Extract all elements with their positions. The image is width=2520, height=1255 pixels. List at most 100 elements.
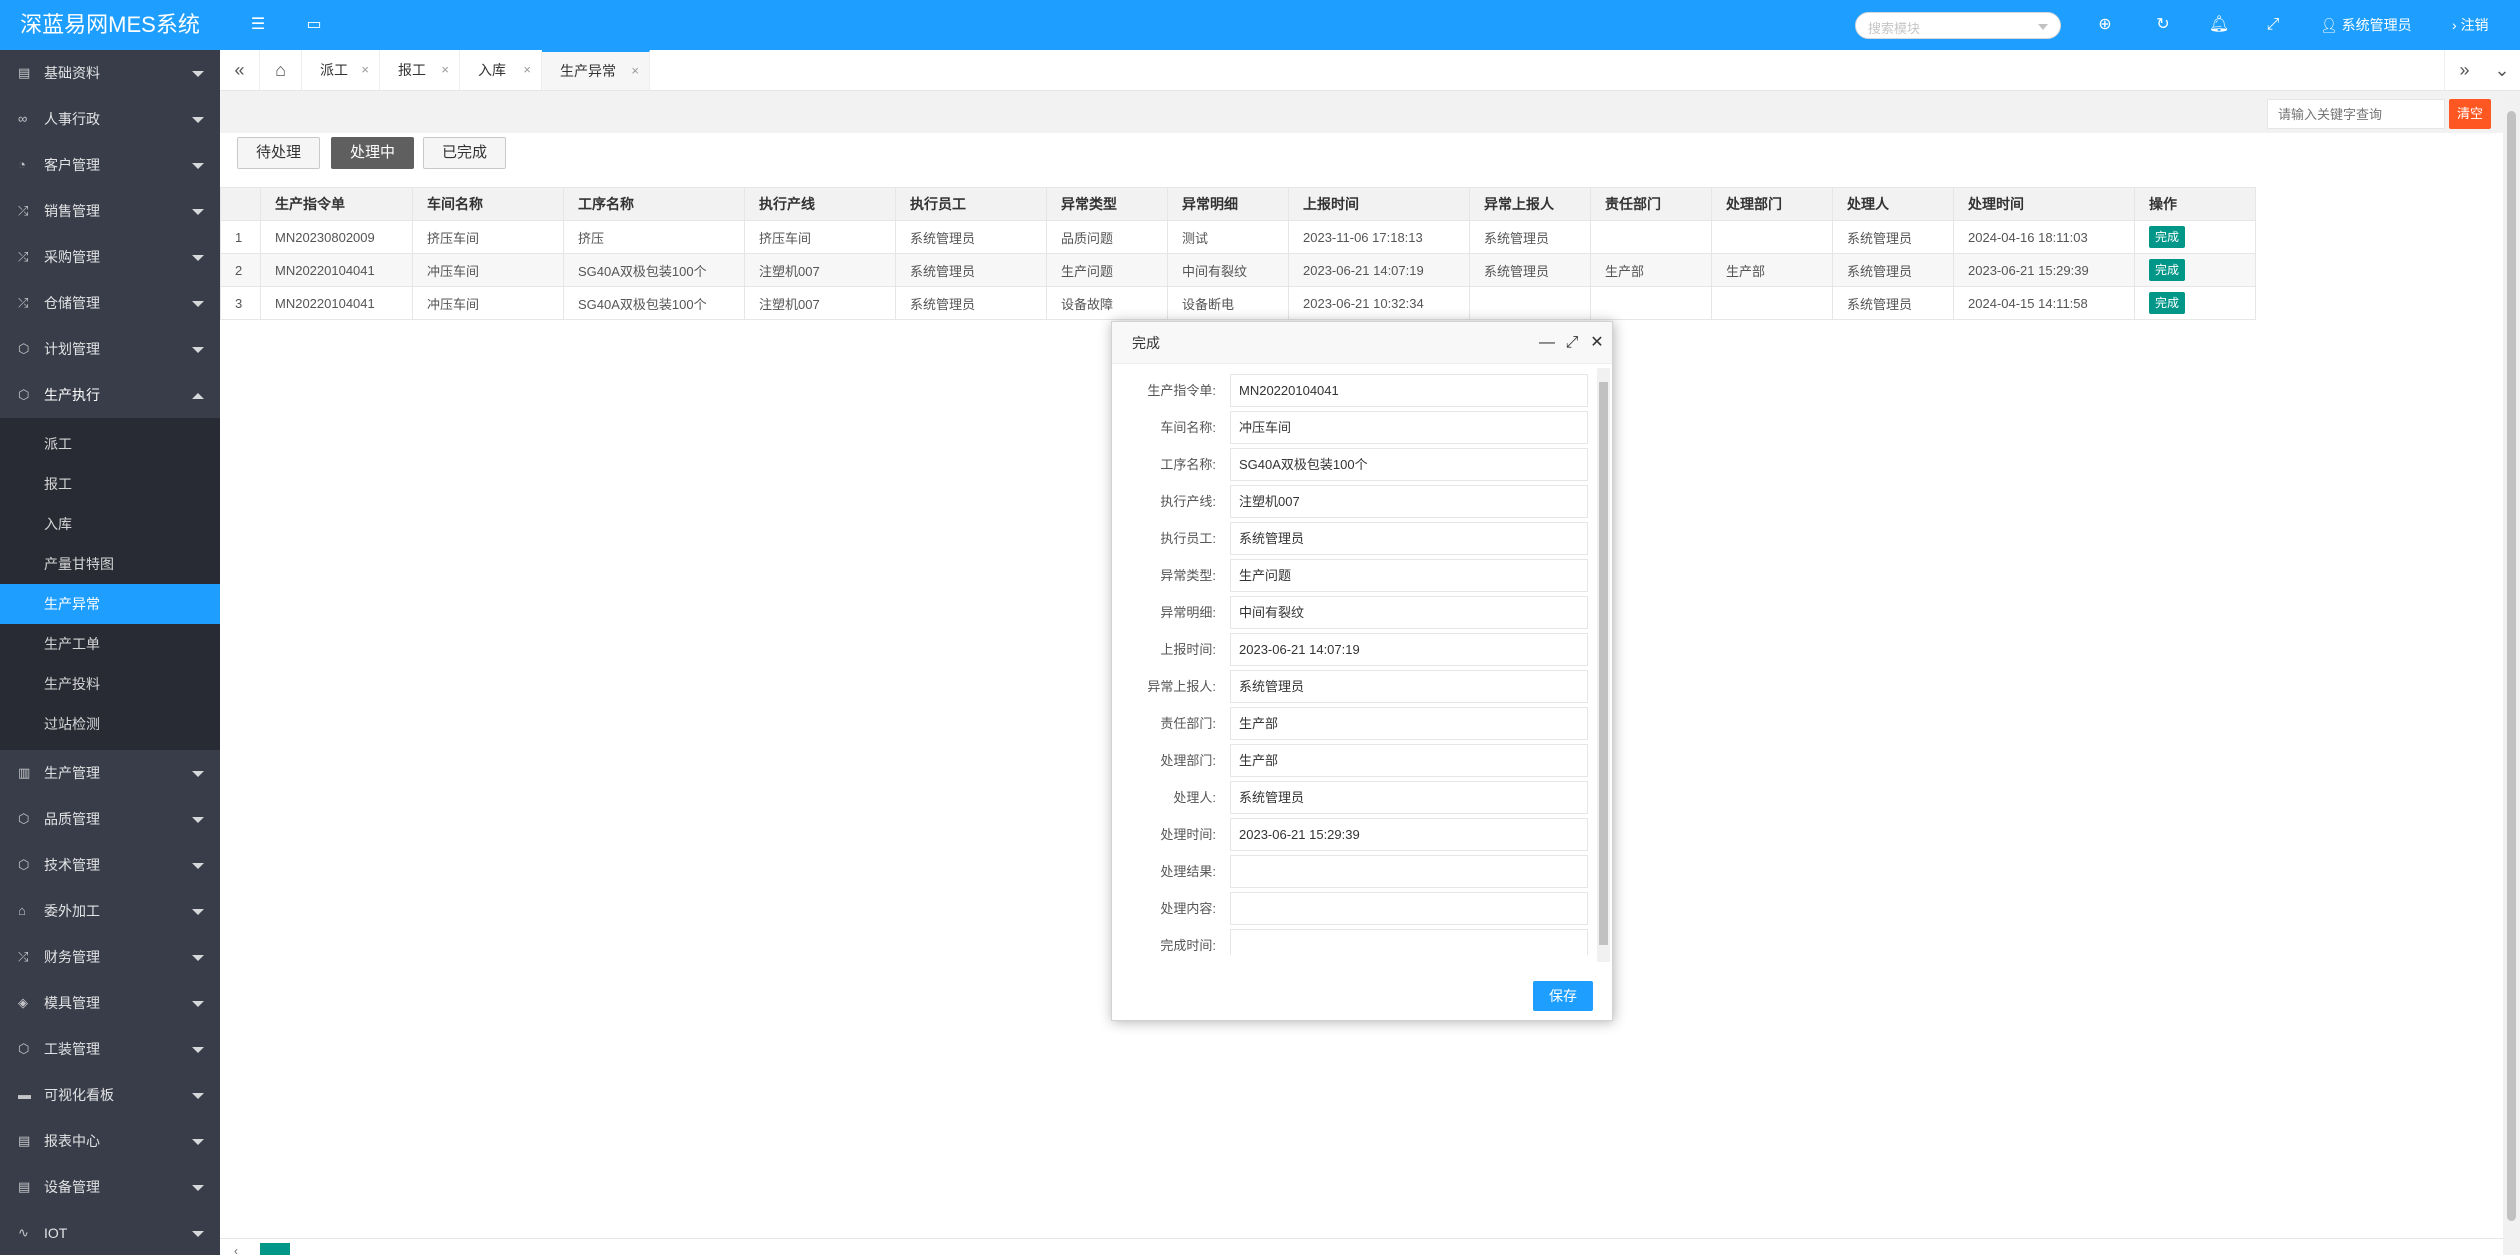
content-input[interactable]	[1230, 892, 1588, 925]
col-header[interactable]: 异常上报人	[1469, 187, 1591, 221]
home-icon[interactable]: ⌂	[260, 50, 302, 90]
sidebar-subitem-material-feed[interactable]: 生产投料	[0, 664, 220, 704]
sidebar-subitem-stock-in[interactable]: 入库	[0, 504, 220, 544]
menu-toggle-icon[interactable]: ☰	[242, 0, 274, 50]
sidebar-subitem-production-exception[interactable]: 生产异常	[0, 584, 220, 624]
tab-scroll-left-icon[interactable]: «	[220, 50, 260, 90]
save-button[interactable]: 保存	[1533, 981, 1593, 1011]
sidebar-item-finance[interactable]: ⤮ 财务管理	[0, 934, 220, 980]
col-header[interactable]: 执行员工	[895, 187, 1047, 221]
close-icon[interactable]: ×	[361, 50, 369, 90]
col-header[interactable]: 执行产线	[744, 187, 896, 221]
tab-stock-in[interactable]: 入库 ×	[460, 50, 542, 90]
close-icon[interactable]: ×	[441, 50, 449, 90]
bell-icon[interactable]: 🔔︎	[2204, 0, 2234, 50]
col-header[interactable]: 处理部门	[1711, 187, 1833, 221]
line-field[interactable]: 注塑机007	[1230, 485, 1588, 518]
maximize-icon[interactable]: ⤢	[1562, 322, 1582, 364]
module-search-select[interactable]: 搜索模块	[1855, 12, 2061, 39]
col-header[interactable]: 操作	[2134, 187, 2256, 221]
sidebar-item-reports[interactable]: ▤ 报表中心	[0, 1118, 220, 1164]
handling-dept-field[interactable]: 生产部	[1230, 744, 1588, 777]
reporter-field[interactable]: 系统管理员	[1230, 670, 1588, 703]
sidebar-item-tooling[interactable]: ⬡ 工装管理	[0, 1026, 220, 1072]
table-row[interactable]: 2 MN20220104041 冲压车间 SG40A双极包装100个 注塑机00…	[220, 253, 2256, 287]
complete-button[interactable]: 完成	[2149, 259, 2186, 281]
tab-report-work[interactable]: 报工 ×	[380, 50, 460, 90]
globe-icon[interactable]: ⊕	[2090, 0, 2120, 50]
responsible-dept-field[interactable]: 生产部	[1230, 707, 1588, 740]
scrollbar-thumb[interactable]	[1599, 382, 1608, 945]
col-header[interactable]: 异常明细	[1167, 187, 1289, 221]
sidebar-subitem-report-work[interactable]: 报工	[0, 464, 220, 504]
logout-button[interactable]: › 注销	[2452, 0, 2489, 50]
process-field[interactable]: SG40A双极包装100个	[1230, 448, 1588, 481]
employee-field[interactable]: 系统管理员	[1230, 522, 1588, 555]
sidebar-item-plan[interactable]: ⬡ 计划管理	[0, 326, 220, 372]
complete-button[interactable]: 完成	[2149, 226, 2186, 248]
exception-detail-field[interactable]: 中间有裂纹	[1230, 596, 1588, 629]
sidebar-item-warehouse[interactable]: ⤮ 仓储管理	[0, 280, 220, 326]
close-icon[interactable]: ×	[631, 52, 639, 90]
close-icon[interactable]: ×	[523, 50, 531, 90]
col-header[interactable]: 处理人	[1832, 187, 1954, 221]
table-row[interactable]: 3 MN20220104041 冲压车间 SG40A双极包装100个 注塑机00…	[220, 286, 2256, 320]
sidebar-item-production-exec[interactable]: ⬡ 生产执行	[0, 372, 220, 418]
result-input[interactable]	[1230, 855, 1588, 888]
filter-processing-button[interactable]: 处理中	[331, 137, 415, 169]
exception-type-field[interactable]: 生产问题	[1230, 559, 1588, 592]
sidebar-item-hr[interactable]: ∞ 人事行政	[0, 96, 220, 142]
sidebar-subitem-dispatch[interactable]: 派工	[0, 424, 220, 464]
tab-production-exception[interactable]: 生产异常 ×	[542, 50, 650, 90]
sidebar-item-quality[interactable]: ⬡ 品质管理	[0, 796, 220, 842]
sidebar-item-sales[interactable]: ⤮ 销售管理	[0, 188, 220, 234]
tab-scroll-right-icon[interactable]: »	[2444, 50, 2484, 90]
pager-current-page[interactable]	[260, 1243, 290, 1255]
close-icon[interactable]: ✕	[1587, 322, 1607, 364]
sidebar-item-customer[interactable]: ◔ 客户管理	[0, 142, 220, 188]
sidebar-item-basic-data[interactable]: ▤ 基础资料	[0, 50, 220, 96]
col-header[interactable]: 上报时间	[1288, 187, 1470, 221]
order-field[interactable]: MN20220104041	[1230, 374, 1588, 407]
col-header[interactable]: 工序名称	[563, 187, 745, 221]
minimize-icon[interactable]: —	[1537, 322, 1557, 364]
sidebar-item-iot[interactable]: ∿ IOT	[0, 1210, 220, 1255]
dialog-scrollbar[interactable]	[1597, 368, 1610, 962]
report-time-field[interactable]: 2023-06-21 14:07:19	[1230, 633, 1588, 666]
tab-menu-chevron-down-icon[interactable]: ⌄	[2482, 50, 2520, 90]
col-header[interactable]: 处理时间	[1953, 187, 2135, 221]
sidebar-item-mold[interactable]: ◈ 模具管理	[0, 980, 220, 1026]
sidebar-item-outsourcing[interactable]: ⌂ 委外加工	[0, 888, 220, 934]
app-logo[interactable]: 深蓝易网MES系统	[0, 0, 220, 50]
filter-completed-button[interactable]: 已完成	[423, 137, 507, 169]
page-scrollbar[interactable]	[2503, 91, 2520, 1255]
refresh-icon[interactable]: ↻	[2148, 0, 2178, 50]
filter-pending-button[interactable]: 待处理	[237, 137, 321, 169]
sidebar-subitem-work-order[interactable]: 生产工单	[0, 624, 220, 664]
col-header[interactable]: 车间名称	[412, 187, 564, 221]
sidebar-subitem-gantt[interactable]: 产量甘特图	[0, 544, 220, 584]
workshop-field[interactable]: 冲压车间	[1230, 411, 1588, 444]
scrollbar-thumb[interactable]	[2507, 111, 2516, 1221]
sidebar-item-production-mgmt[interactable]: ▥ 生产管理	[0, 750, 220, 796]
pager-prev[interactable]: ‹	[234, 1244, 238, 1255]
col-header[interactable]: 异常类型	[1046, 187, 1168, 221]
sidebar-item-technology[interactable]: ⬡ 技术管理	[0, 842, 220, 888]
sidebar-item-purchase[interactable]: ⤮ 采购管理	[0, 234, 220, 280]
col-header[interactable]: 责任部门	[1590, 187, 1712, 221]
clear-button[interactable]: 清空	[2449, 99, 2491, 129]
sidebar-item-dashboard[interactable]: ▬ 可视化看板	[0, 1072, 220, 1118]
sidebar-item-equipment[interactable]: ▤ 设备管理	[0, 1164, 220, 1210]
handling-time-field[interactable]: 2023-06-21 15:29:39	[1230, 818, 1588, 851]
tab-dispatch[interactable]: 派工 ×	[302, 50, 380, 90]
fullscreen-icon[interactable]: ⤢	[2258, 0, 2288, 50]
complete-time-input[interactable]	[1230, 929, 1588, 955]
handler-field[interactable]: 系统管理员	[1230, 781, 1588, 814]
complete-button[interactable]: 完成	[2149, 292, 2186, 314]
user-menu[interactable]: 👤︎ 系统管理员	[2320, 0, 2412, 50]
window-icon[interactable]: ▭	[298, 0, 330, 50]
col-header[interactable]: 生产指令单	[260, 187, 413, 221]
keyword-search-input[interactable]	[2267, 99, 2445, 129]
table-row[interactable]: 1 MN20230802009 挤压车间 挤压 挤压车间 系统管理员 品质问题 …	[220, 220, 2256, 254]
sidebar-subitem-station-check[interactable]: 过站检测	[0, 704, 220, 744]
